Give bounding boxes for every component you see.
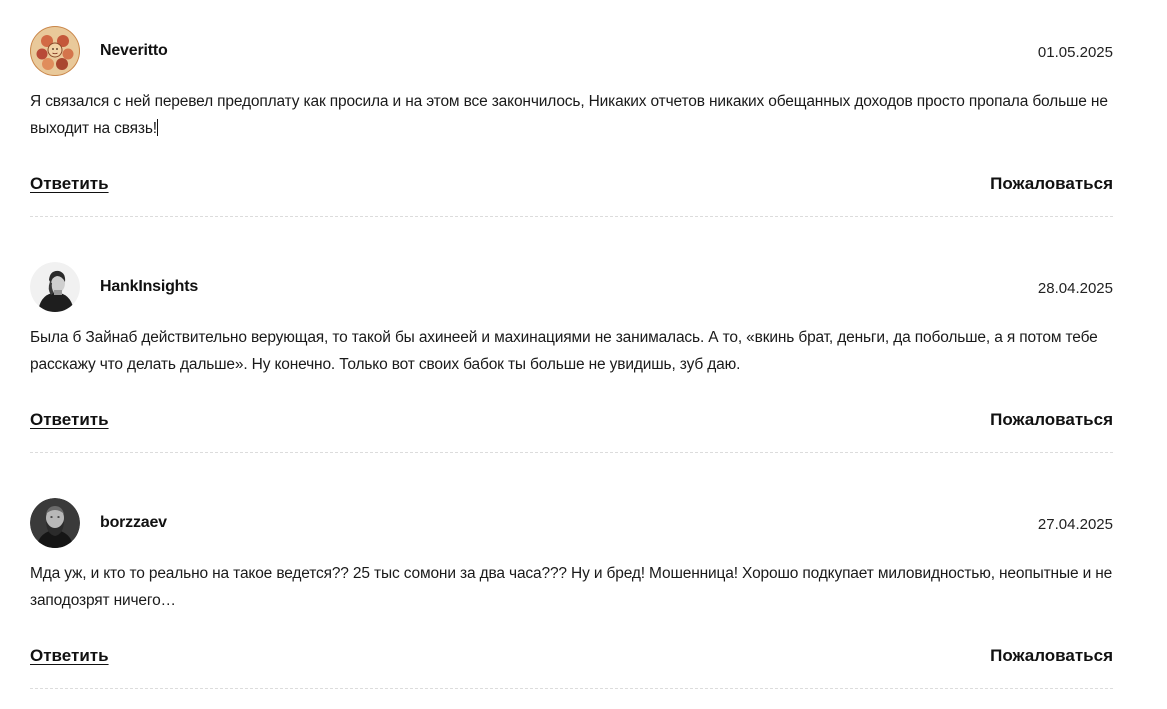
text-cursor [156, 119, 158, 136]
comment-text: Была б Зайнаб действительно верующая, то… [30, 329, 1098, 373]
comment-divider [30, 216, 1113, 217]
comment-author[interactable]: borzzaev [100, 514, 167, 532]
comment-header: borzzaev 27.04.2025 [30, 498, 1113, 550]
comment-date: 27.04.2025 [1037, 516, 1113, 533]
comment-item: Neveritto 01.05.2025 Я связался с ней пе… [30, 0, 1113, 236]
comment-header: HankInsights 28.04.2025 [30, 262, 1113, 314]
bw-portrait-avatar-icon [30, 262, 80, 312]
comment-divider [30, 688, 1113, 689]
avatar[interactable] [30, 262, 80, 312]
comment-text: Мда уж, и кто то реально на такое ведетс… [30, 565, 1113, 609]
comment-author[interactable]: HankInsights [100, 278, 198, 296]
report-button[interactable]: Пожаловаться [990, 174, 1113, 194]
comment-header: Neveritto 01.05.2025 [30, 26, 1113, 78]
comment-date: 28.04.2025 [1037, 280, 1113, 297]
comment-text: Я связался с ней перевел предоплату как … [30, 88, 1113, 142]
comment-actions: Ответить Пожаловаться [30, 410, 1113, 436]
reply-link[interactable]: Ответить [30, 410, 109, 430]
comment-item: borzzaev 27.04.2025 Мда уж, и кто то реа… [30, 472, 1113, 708]
comments-list: Neveritto 01.05.2025 Я связался с ней пе… [30, 0, 1113, 708]
avatar[interactable] [30, 26, 80, 76]
bearded-man-avatar-icon [30, 498, 80, 548]
comment-item: HankInsights 28.04.2025 Была б Зайнаб де… [30, 236, 1113, 472]
comment-date: 01.05.2025 [1037, 44, 1113, 61]
painted-faces-avatar-icon [30, 26, 80, 76]
avatar[interactable] [30, 498, 80, 548]
comment-text-content: Я связался с ней перевел предоплату как … [30, 93, 1108, 137]
report-button[interactable]: Пожаловаться [990, 410, 1113, 430]
comment-actions: Ответить Пожаловаться [30, 174, 1113, 200]
reply-link[interactable]: Ответить [30, 174, 109, 194]
comment-actions: Ответить Пожаловаться [30, 646, 1113, 672]
reply-link[interactable]: Ответить [30, 646, 109, 666]
report-button[interactable]: Пожаловаться [990, 646, 1113, 666]
comment-divider [30, 452, 1113, 453]
comment-author[interactable]: Neveritto [100, 42, 168, 60]
